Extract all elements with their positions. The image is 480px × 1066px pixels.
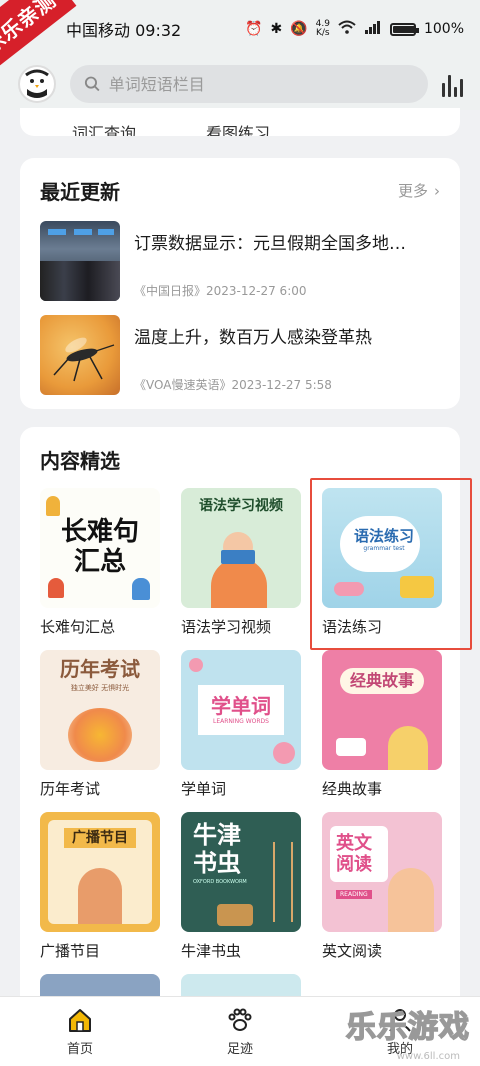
tile-english-reading[interactable]: 英文 阅读 READING 英文阅读 — [322, 812, 442, 960]
more-link[interactable]: 更多 › — [398, 180, 440, 201]
news-item[interactable]: 温度上升，数百万人感染登革热 《VOA慢速英语》2023-12-27 5:58 — [40, 315, 440, 395]
bird-mascot-icon — [21, 68, 53, 100]
signal-icon — [364, 20, 382, 38]
avatar[interactable] — [18, 65, 56, 103]
quick-links-card: 词汇查询 看图练习 — [20, 108, 460, 136]
cover-title: 牛津 书虫 — [193, 821, 241, 877]
tile-label: 学单词 — [181, 780, 227, 798]
battery-icon — [389, 22, 419, 36]
tile-label: 经典故事 — [322, 780, 383, 798]
stats-icon[interactable] — [442, 71, 468, 97]
cover-subtitle: LEARNING WORDS — [213, 718, 269, 725]
paw-icon — [228, 1008, 252, 1031]
cover-title: 英文 阅读 — [336, 833, 372, 875]
cover-title: 语法练习 — [353, 527, 414, 545]
news-thumbnail-station — [40, 221, 120, 301]
watermark-url: www.6ll.com — [396, 1051, 460, 1062]
news-title: 温度上升，数百万人感染登革热 — [134, 328, 372, 348]
tile-label: 历年考试 — [40, 780, 101, 798]
nav-home[interactable]: 首页 — [0, 997, 160, 1066]
tile-label: 牛津书虫 — [181, 942, 242, 960]
watermark-bottom: 乐乐游戏 — [345, 1009, 470, 1046]
tile-oxford-bookworm[interactable]: 牛津 书虫 OXFORD BOOKWORM 牛津书虫 — [181, 812, 301, 960]
home-icon — [69, 1009, 91, 1032]
cover-subtitle: READING — [336, 890, 372, 899]
tile-label: 长难句汇总 — [40, 618, 116, 636]
link-vocab-lookup[interactable]: 词汇查询 — [72, 120, 136, 136]
cover-title: 广播节目 — [72, 830, 128, 846]
recent-updates-card: 最近更新 更多 › 订票数据显示：元旦假期全国多地… 《中国日报》2023-12-… — [20, 158, 460, 409]
news-thumbnail-mosquito — [40, 315, 120, 395]
news-item[interactable]: 订票数据显示：元旦假期全国多地… 《中国日报》2023-12-27 6:00 — [40, 221, 440, 301]
tile-label: 语法练习 — [322, 618, 383, 636]
tile-grammar-practice[interactable]: 语法练习 grammar test 语法练习 — [310, 478, 472, 650]
tile-radio-programs[interactable]: 广播节目 广播节目 — [40, 812, 160, 960]
wifi-icon — [338, 20, 356, 38]
tile-past-exams[interactable]: 历年考试 独立美好 无惧时光 历年考试 — [40, 650, 160, 798]
cover-title: 长难句 汇总 — [60, 517, 139, 577]
net-speed: 4.9 K/s — [315, 19, 330, 38]
cover-title: 历年考试 — [60, 657, 140, 681]
cover-title: 语法学习视频 — [199, 498, 283, 514]
nav-footprint[interactable]: 足迹 — [160, 997, 320, 1066]
chevron-right-icon: › — [434, 181, 440, 200]
nav-footprint-label: 足迹 — [226, 1042, 253, 1057]
tile-classic-stories[interactable]: 经典故事 经典故事 — [322, 650, 442, 798]
tile-label: 语法学习视频 — [181, 618, 272, 636]
top-bar — [0, 58, 480, 110]
bluetooth-icon: ✱ — [270, 21, 283, 37]
recent-title: 最近更新 — [40, 180, 120, 204]
alarm-icon: ⏰ — [245, 21, 263, 37]
tile-long-sentences[interactable]: 长难句 汇总 长难句汇总 — [40, 488, 160, 636]
tile-learn-words[interactable]: 学单词 LEARNING WORDS 学单词 — [181, 650, 301, 798]
tile-label: 英文阅读 — [322, 942, 383, 960]
cover-subtitle: OXFORD BOOKWORM — [193, 879, 247, 886]
mute-icon: 🔕 — [290, 21, 308, 37]
tile-label: 广播节目 — [40, 942, 101, 960]
cover-subtitle: grammar test — [363, 545, 405, 553]
link-picture-practice[interactable]: 看图练习 — [206, 120, 270, 136]
news-source: 《VOA慢速英语》2023-12-27 5:58 — [134, 378, 332, 392]
cover-subtitle: 独立美好 无惧时光 — [70, 684, 130, 692]
news-source: 《中国日报》2023-12-27 6:00 — [134, 284, 307, 298]
search-input[interactable] — [108, 74, 428, 94]
tile-grammar-video[interactable]: 语法学习视频 语法学习视频 — [181, 488, 301, 636]
news-title: 订票数据显示：元旦假期全国多地… — [134, 234, 406, 254]
carrier-time: 中国移动 09:32 — [66, 21, 182, 40]
battery-percent: 100% — [423, 21, 464, 37]
search-icon — [84, 76, 100, 92]
featured-title: 内容精选 — [40, 449, 120, 473]
featured-content-card: 内容精选 长难句 汇总 长难句汇总 语法学习视频 语法学习视频 语法练习 gra… — [20, 427, 472, 1066]
search-box[interactable] — [70, 65, 428, 103]
nav-home-label: 首页 — [66, 1042, 93, 1057]
cover-title: 学单词 — [211, 694, 271, 718]
cover-title: 经典故事 — [349, 671, 414, 690]
